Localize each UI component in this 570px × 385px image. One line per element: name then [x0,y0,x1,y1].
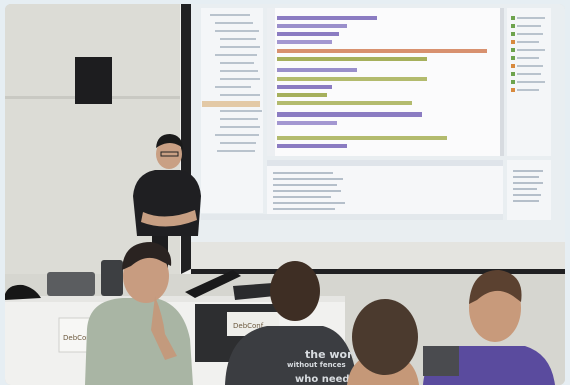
photo-svg: DebConf DebConf the world without fences… [5,4,565,385]
screen-lower-band [191,242,565,272]
attendee-3-head [352,299,418,375]
code-scrollbar [500,8,504,156]
tree-selected-row [202,101,260,107]
chair-back-1 [47,272,95,296]
chair-back-2 [101,260,123,296]
ide-code-panel [267,8,503,156]
photo: DebConf DebConf the world without fences… [5,4,565,385]
speaker-box [75,57,112,104]
status-bar [201,214,503,220]
shirt-text-line2: without fences [287,361,346,369]
gutter [267,8,275,156]
console-tab-bar [267,160,503,166]
photo-frame: DebConf DebConf the world without fences… [0,0,570,385]
chair-right [423,346,459,376]
attendee-2-head [270,261,320,321]
shirt-text-line3: who needs [295,374,356,385]
attendee-1-shirt [85,298,193,385]
